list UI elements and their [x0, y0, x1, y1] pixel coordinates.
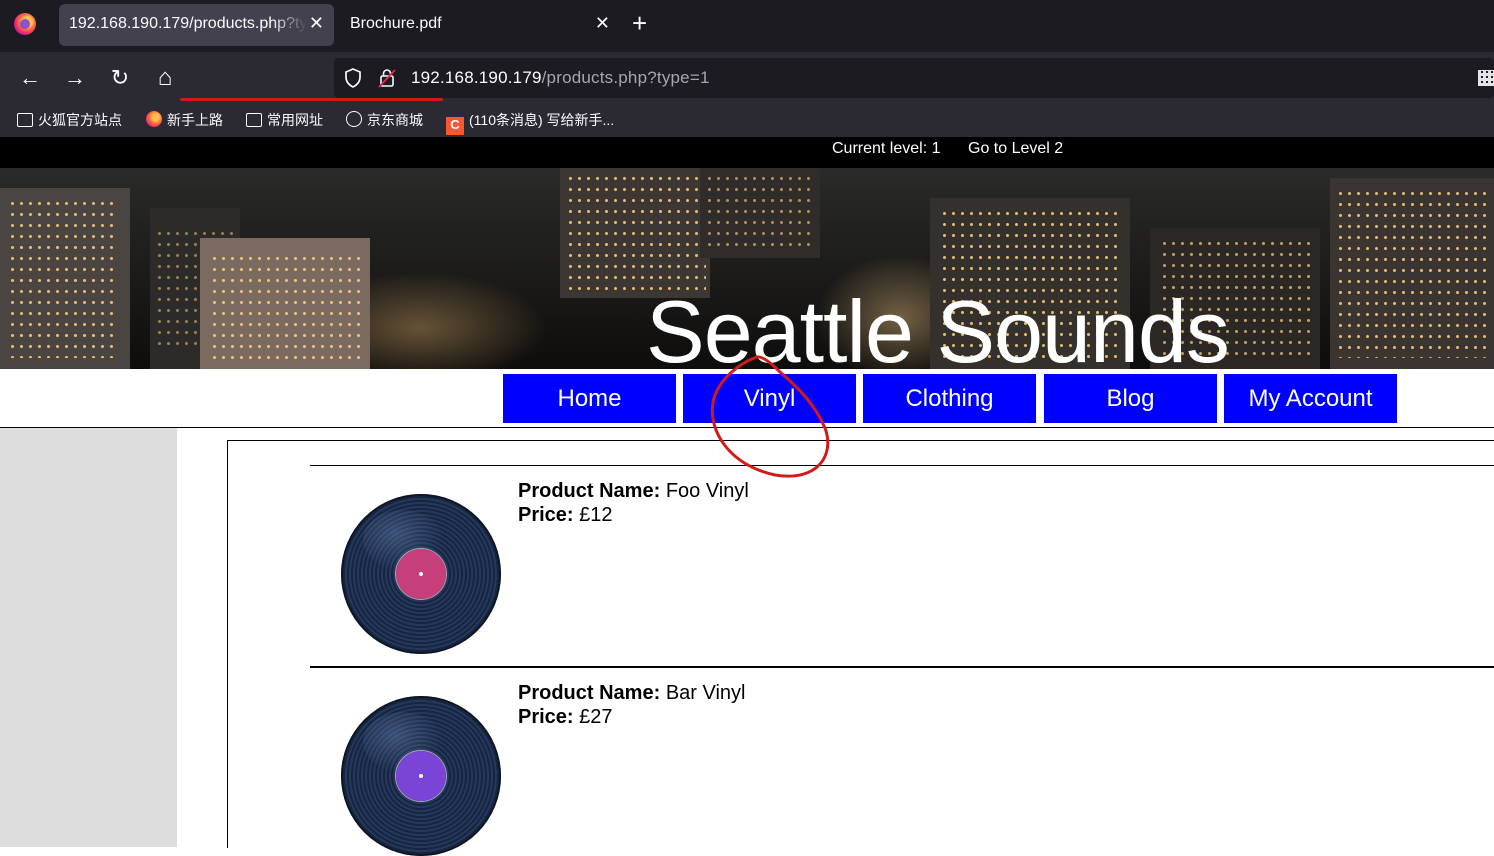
- product-info: Product Name: Foo Vinyl Price: £12: [518, 479, 749, 527]
- bookmark-csdn[interactable]: C (110条消息) 写给新手...: [446, 110, 615, 135]
- product-name-label: Product Name:: [518, 682, 661, 704]
- product-name-row: Product Name: Foo Vinyl: [518, 479, 749, 503]
- close-tab-icon[interactable]: ✕: [309, 13, 324, 34]
- current-level-text: Current level: 1: [832, 140, 941, 157]
- product-info: Product Name: Bar Vinyl Price: £27: [518, 681, 745, 729]
- product-name: Bar Vinyl: [665, 682, 746, 704]
- tab-title: Brochure.pdf: [350, 15, 442, 32]
- product-price-row: Price: £27: [518, 705, 745, 729]
- product-divider: [310, 465, 1494, 466]
- bookmarks-bar: 火狐官方站点 新手上路 常用网址 京东商城 C (110条消息) 写给新手...: [0, 104, 1494, 137]
- bookmark-common-sites[interactable]: 常用网址: [246, 110, 323, 130]
- nav-blog[interactable]: Blog: [1043, 373, 1218, 424]
- firefox-icon: [146, 111, 162, 127]
- record-hole: [419, 774, 423, 778]
- product-price: £12: [579, 504, 613, 526]
- tab-brochure[interactable]: Brochure.pdf ✕: [340, 4, 620, 46]
- product-price: £27: [579, 706, 613, 728]
- site-title: Seattle Sounds: [646, 282, 1230, 370]
- product-name-row: Product Name: Bar Vinyl: [518, 681, 745, 705]
- browser-toolbar: ← → ↻ ⌂ 192.168.190.179/products.php?typ…: [0, 52, 1494, 104]
- bookmark-getting-started[interactable]: 新手上路: [146, 110, 223, 130]
- level-bar: Current level: 1 Go to Level 2: [0, 137, 1494, 168]
- shield-icon[interactable]: [344, 68, 362, 88]
- back-arrow-icon[interactable]: ←: [16, 64, 44, 92]
- nav-my-account[interactable]: My Account: [1223, 373, 1398, 424]
- url-text[interactable]: 192.168.190.179/products.php?type=1: [411, 68, 710, 88]
- url-host: 192.168.190.179: [411, 68, 542, 87]
- globe-icon: [346, 111, 362, 127]
- sidebar: [0, 428, 177, 847]
- product-name: Foo Vinyl: [665, 480, 749, 502]
- tab-products[interactable]: 192.168.190.179/products.php?type=1 ✕: [59, 4, 334, 46]
- reload-icon[interactable]: ↻: [106, 64, 134, 92]
- insecure-lock-icon[interactable]: [378, 68, 396, 88]
- browser-tab-bar: 192.168.190.179/products.php?type=1 ✕ Br…: [0, 0, 1494, 52]
- url-path: /products.php?type=1: [541, 68, 710, 87]
- nav-vinyl[interactable]: Vinyl: [682, 373, 857, 424]
- csdn-icon: C: [446, 117, 464, 135]
- main-nav: Home Vinyl Clothing Blog My Account: [0, 373, 1494, 425]
- vinyl-record-image: [341, 494, 501, 654]
- folder-icon: [17, 113, 33, 127]
- close-tab-icon[interactable]: ✕: [595, 13, 610, 34]
- folder-icon: [246, 113, 262, 127]
- go-to-level-link[interactable]: Go to Level 2: [968, 140, 1063, 158]
- forward-arrow-icon[interactable]: →: [61, 64, 89, 92]
- bookmark-label: (110条消息) 写给新手...: [469, 112, 615, 128]
- home-icon[interactable]: ⌂: [151, 64, 179, 92]
- product-price-label: Price:: [518, 706, 574, 728]
- qr-code-icon[interactable]: [1478, 70, 1494, 86]
- product-price-label: Price:: [518, 504, 574, 526]
- new-tab-button[interactable]: +: [632, 10, 647, 36]
- nav-home[interactable]: Home: [502, 373, 677, 424]
- record-hole: [419, 572, 423, 576]
- product-divider: [310, 666, 1494, 668]
- url-bar[interactable]: 192.168.190.179/products.php?type=1: [334, 58, 1494, 98]
- bookmark-label: 京东商城: [367, 112, 423, 128]
- tab-title: 192.168.190.179/products.php?type=1: [69, 15, 307, 32]
- product-name-label: Product Name:: [518, 480, 661, 502]
- product-price-row: Price: £12: [518, 503, 749, 527]
- url-red-underline-annotation: [180, 98, 443, 101]
- firefox-logo-icon[interactable]: [14, 13, 36, 35]
- header-divider: [0, 427, 1494, 428]
- nav-clothing[interactable]: Clothing: [862, 373, 1037, 424]
- bookmark-firefox-official[interactable]: 火狐官方站点: [17, 110, 122, 130]
- vinyl-record-image: [341, 696, 501, 856]
- bookmark-label: 新手上路: [167, 112, 223, 128]
- bookmark-label: 火狐官方站点: [38, 112, 122, 128]
- bookmark-jd[interactable]: 京东商城: [346, 110, 423, 130]
- bookmark-label: 常用网址: [267, 112, 323, 128]
- header-banner: Seattle Sounds: [0, 168, 1494, 369]
